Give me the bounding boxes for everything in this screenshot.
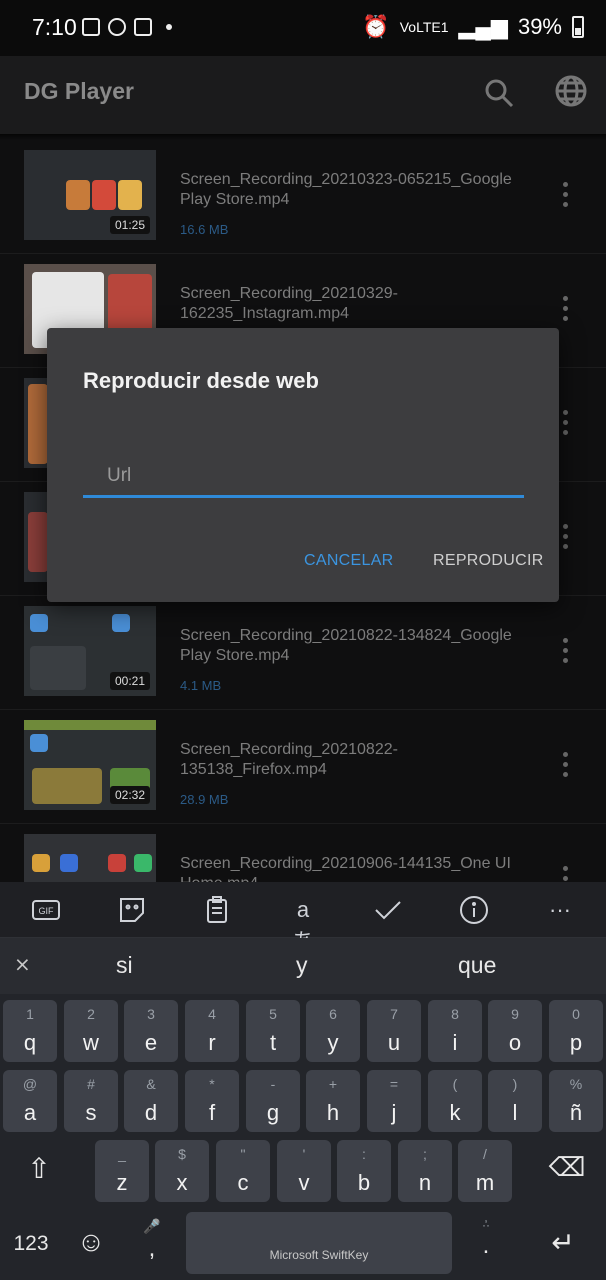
more-options-icon[interactable]: [560, 524, 570, 552]
key-m[interactable]: / m: [458, 1140, 512, 1202]
key-q[interactable]: 1q: [3, 1000, 57, 1062]
play-from-web-dialog: Reproducir desde web CANCELAR REPRODUCIR: [47, 328, 559, 602]
key-n[interactable]: ; n: [398, 1140, 452, 1202]
status-right: ⏰ VoLTE1 ▂▄▆ 39%: [362, 14, 584, 40]
app-title: DG Player: [24, 78, 134, 104]
suggestion-2[interactable]: y: [296, 952, 308, 979]
more-options-icon[interactable]: [560, 638, 570, 666]
more-options-icon[interactable]: [560, 296, 570, 324]
backspace-icon[interactable]: ⌫: [540, 1152, 594, 1183]
keyboard-toolbar: GIF aあ ···: [0, 882, 606, 954]
gallery-icon: [82, 18, 100, 36]
signal-icon: ▂▄▆: [458, 14, 508, 39]
suggestion-bar: ⨯ si y que: [0, 938, 606, 994]
whatsapp-icon: [108, 18, 126, 36]
microphone-icon: 🎤: [143, 1218, 161, 1234]
card-icon: [134, 18, 152, 36]
key-z[interactable]: _ z: [95, 1140, 149, 1202]
more-options-icon[interactable]: [560, 752, 570, 780]
info-icon[interactable]: [458, 894, 490, 926]
sticker-icon[interactable]: [116, 894, 148, 926]
key-r[interactable]: 4r: [185, 1000, 239, 1062]
key-d[interactable]: & d: [124, 1070, 178, 1132]
more-options-icon[interactable]: [560, 182, 570, 210]
key-k[interactable]: (k: [428, 1070, 482, 1132]
video-name: Screen_Recording_20210329-162235_Instagr…: [180, 285, 398, 322]
shift-icon[interactable]: ⇧: [14, 1152, 64, 1185]
video-size: 4.1 MB: [180, 678, 222, 693]
video-duration: 02:32: [109, 786, 150, 804]
numbers-key[interactable]: 123: [8, 1232, 54, 1256]
keyboard: GIF aあ ··· ⨯ si y que 1q 2w 3e 4r 5t 6y …: [0, 882, 606, 1280]
suggestion-3[interactable]: que: [458, 952, 496, 979]
video-size: 28.9 MB: [180, 792, 229, 807]
collapse-icon[interactable]: ⨯: [14, 952, 31, 977]
video-duration: 01:25: [109, 216, 150, 234]
key-y[interactable]: 6y: [306, 1000, 360, 1062]
wifi-icon: VoLTE1: [399, 19, 449, 35]
video-thumbnail: 02:32: [24, 720, 156, 810]
video-item[interactable]: 01:25 Screen_Recording_20210323-065215_G…: [0, 140, 606, 254]
url-input[interactable]: [83, 456, 524, 498]
key-h[interactable]: + h: [306, 1070, 360, 1132]
play-button[interactable]: REPRODUCIR: [433, 552, 544, 570]
key-g[interactable]: -g: [246, 1070, 300, 1132]
gif-icon[interactable]: GIF: [30, 894, 62, 926]
video-name: Screen_Recording_20210323-065215_Google …: [180, 171, 512, 208]
video-item[interactable]: 02:32 Screen_Recording_20210822-135138_F…: [0, 710, 606, 824]
suggestion-1[interactable]: si: [116, 952, 133, 979]
video-name: Screen_Recording_20210822-135138_Firefox…: [180, 741, 398, 778]
space-bar[interactable]: Microsoft SwiftKey: [186, 1212, 452, 1274]
more-icon[interactable]: ···: [544, 894, 576, 926]
video-thumbnail: 01:25: [24, 150, 156, 240]
battery-percent: 39%: [517, 14, 562, 39]
video-item[interactable]: 00:21 Screen_Recording_20210822-134824_G…: [0, 596, 606, 710]
key-l[interactable]: ) l: [488, 1070, 542, 1132]
video-size: 16.6 MB: [180, 222, 229, 237]
svg-text:GIF: GIF: [39, 906, 55, 916]
dialog-title: Reproducir desde web: [83, 368, 319, 393]
notification-icons: [82, 18, 172, 36]
key-enye[interactable]: % ñ: [549, 1070, 603, 1132]
video-name: Screen_Recording_20210822-134824_Google …: [180, 627, 512, 664]
key-e[interactable]: 3e: [124, 1000, 178, 1062]
key-s[interactable]: # s: [64, 1070, 118, 1132]
key-o[interactable]: 9o: [488, 1000, 542, 1062]
period-key[interactable]: ·̕·.: [464, 1218, 508, 1260]
status-bar: 7:10 ⏰ VoLTE1 ▂▄▆ 39%: [0, 0, 606, 56]
key-u[interactable]: 7u: [367, 1000, 421, 1062]
translate-icon[interactable]: aあ: [287, 894, 319, 954]
key-i[interactable]: 8i: [428, 1000, 482, 1062]
checkmark-icon[interactable]: [372, 894, 404, 926]
key-c[interactable]: " c: [216, 1140, 270, 1202]
comma-key[interactable]: 🎤,: [130, 1218, 174, 1263]
key-f[interactable]: * f: [185, 1070, 239, 1132]
app-bar: DG Player: [0, 56, 606, 134]
clipboard-icon[interactable]: [201, 894, 233, 926]
key-b[interactable]: :b: [337, 1140, 391, 1202]
key-t[interactable]: 5t: [246, 1000, 300, 1062]
key-w[interactable]: 2w: [64, 1000, 118, 1062]
key-v[interactable]: ' v: [277, 1140, 331, 1202]
enter-icon[interactable]: ↵: [538, 1226, 588, 1259]
video-duration: 00:21: [109, 672, 150, 690]
cancel-button[interactable]: CANCELAR: [304, 552, 394, 570]
alarm-icon: ⏰: [362, 14, 390, 39]
key-j[interactable]: = j: [367, 1070, 421, 1132]
globe-icon[interactable]: [554, 74, 588, 108]
key-x[interactable]: $ x: [155, 1140, 209, 1202]
emoji-icon[interactable]: ☺: [70, 1226, 112, 1258]
video-thumbnail: 00:21: [24, 606, 156, 696]
key-p[interactable]: 0p: [549, 1000, 603, 1062]
battery-icon: [572, 16, 584, 38]
more-options-icon[interactable]: [560, 410, 570, 438]
status-time: 7:10: [32, 14, 77, 40]
search-icon[interactable]: [484, 78, 514, 108]
key-a[interactable]: @ a: [3, 1070, 57, 1132]
more-notifications-icon: [166, 24, 172, 30]
